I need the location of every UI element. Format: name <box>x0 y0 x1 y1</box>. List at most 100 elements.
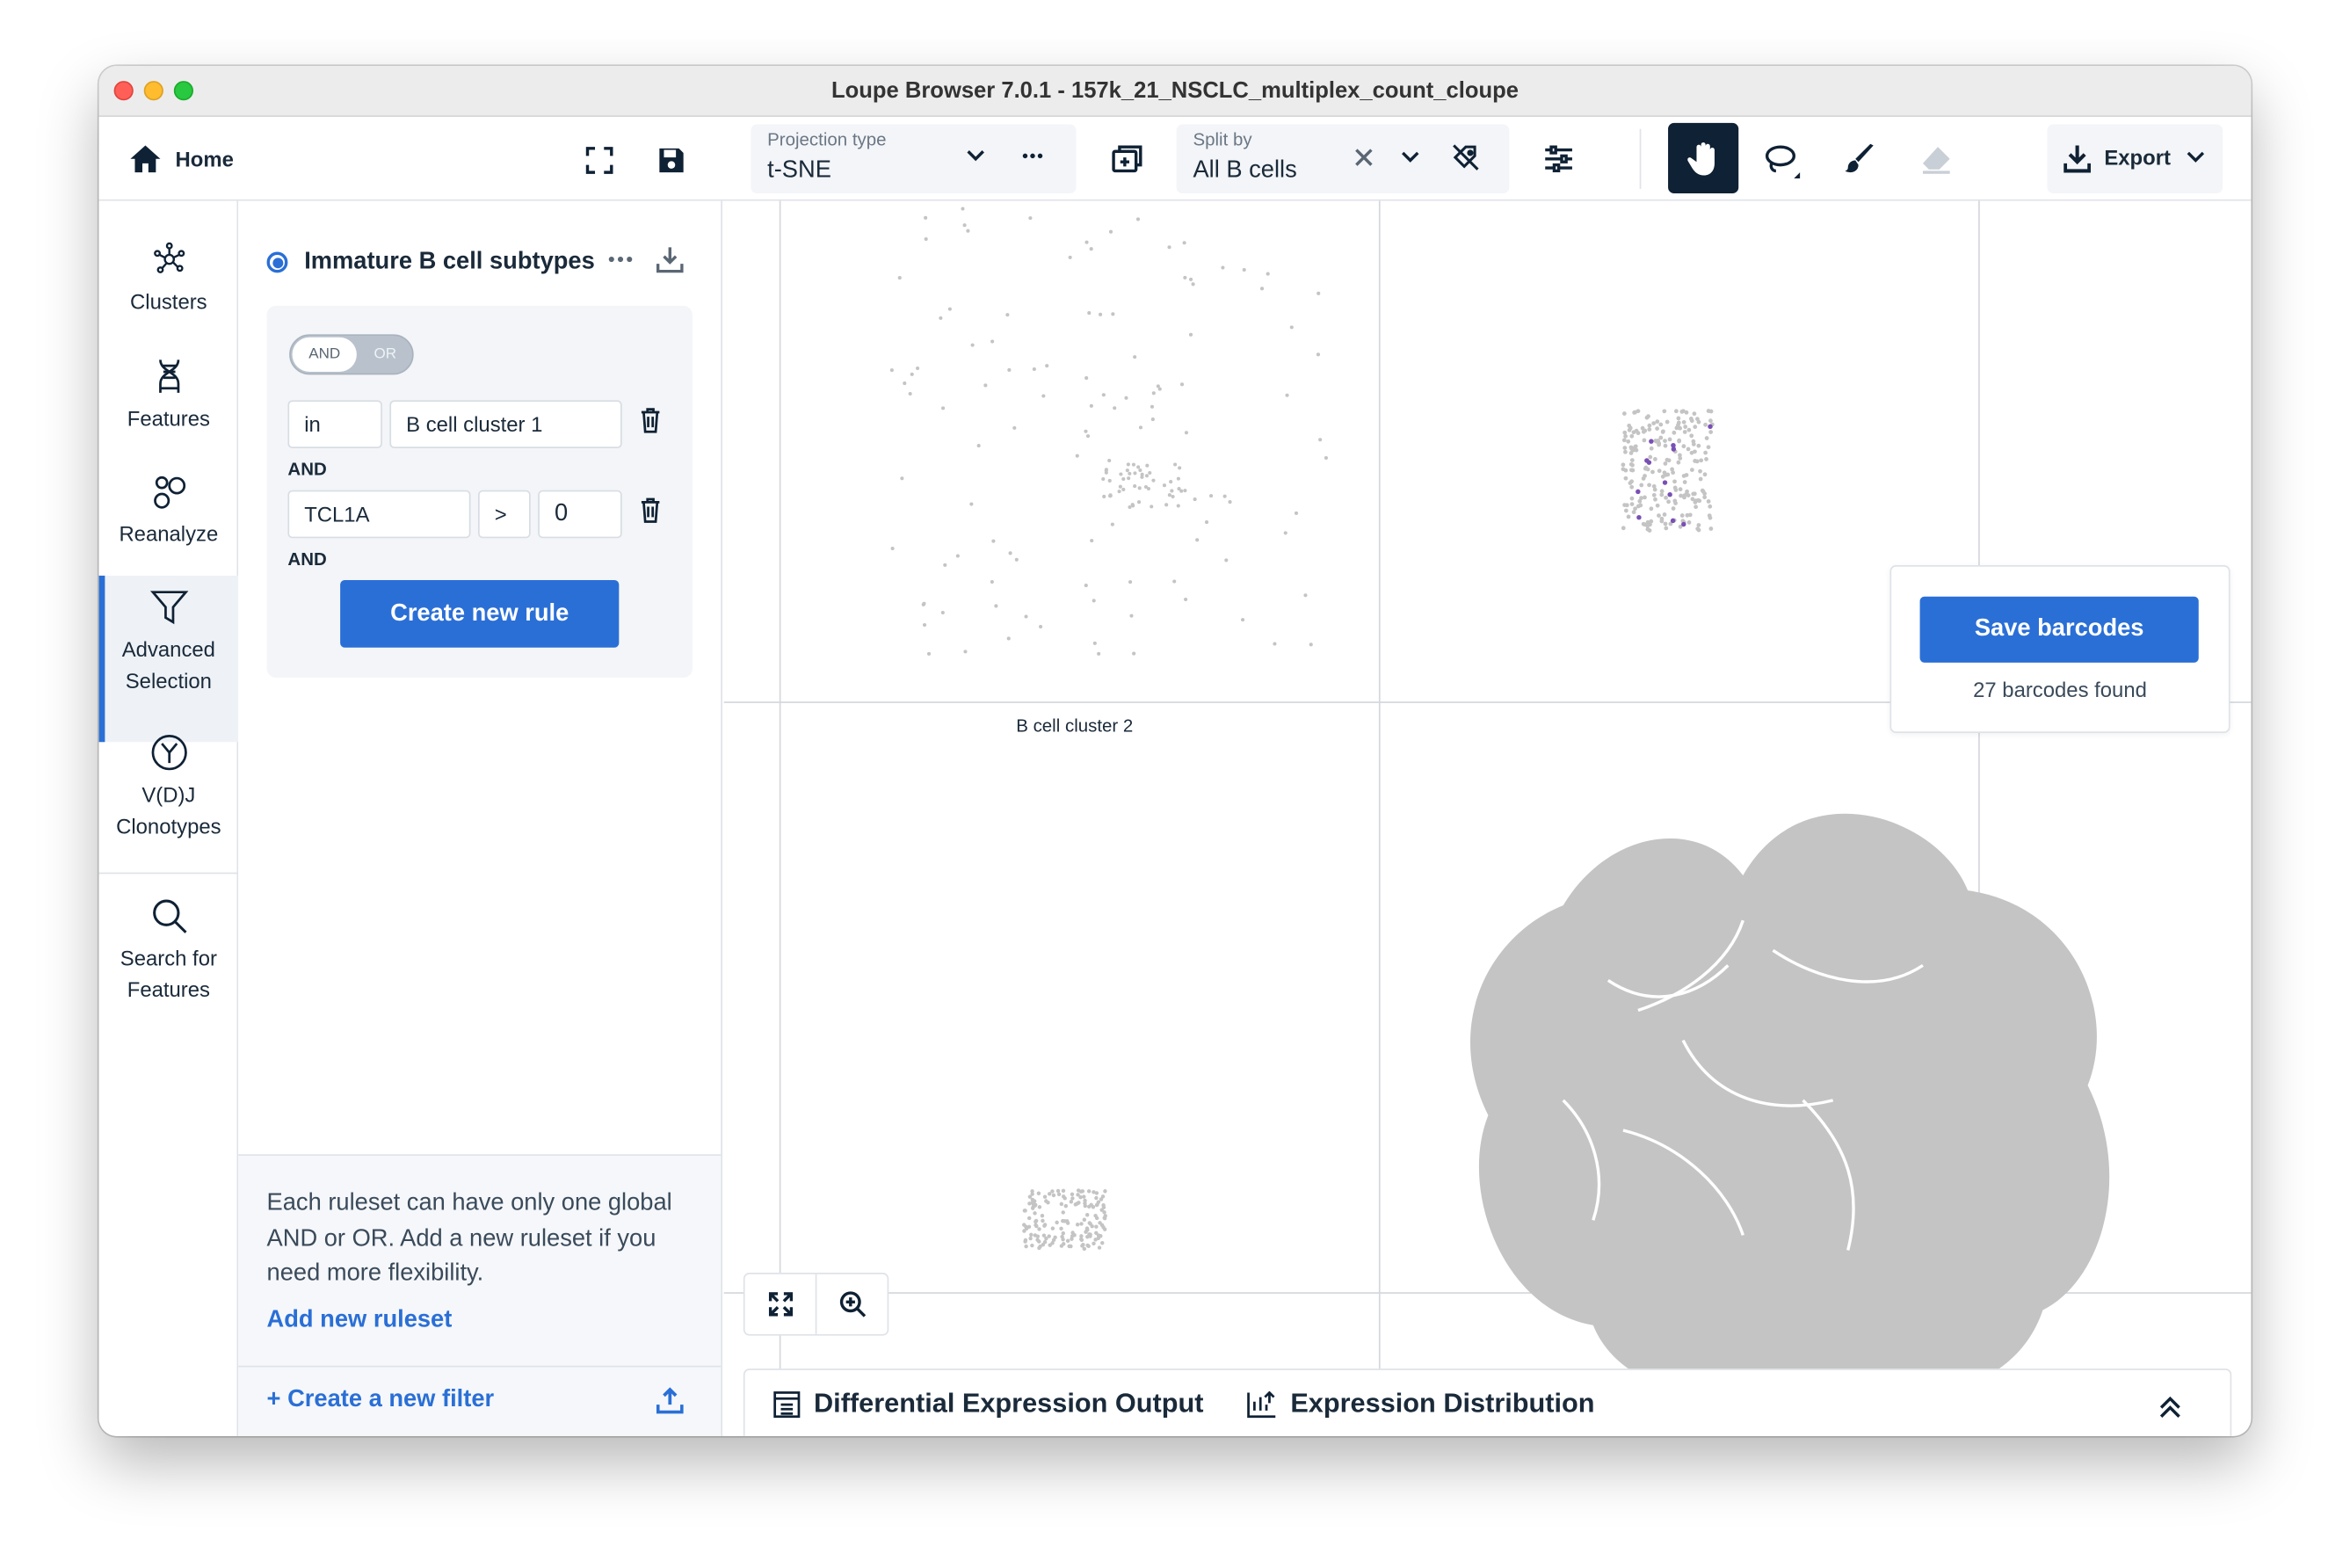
delete-rule-2-button[interactable] <box>640 497 661 523</box>
rule-2-feature[interactable]: TCL1A <box>287 490 471 539</box>
app-window: Loupe Browser 7.0.1 - 157k_21_NSCLC_mult… <box>98 66 2252 1436</box>
expand-panel-button[interactable] <box>2158 1396 2182 1419</box>
active-indicator <box>98 575 105 743</box>
upload-filter-button[interactable] <box>656 1387 684 1414</box>
ruleset-box: AND OR in B cell cluster 1 AND TCL1A > 0… <box>266 305 693 678</box>
fit-icon <box>767 1292 793 1317</box>
fullscreen-button[interactable] <box>583 144 616 178</box>
facet-label: B cell cluster 2 <box>1016 715 1134 737</box>
zoom-controls <box>743 1273 889 1336</box>
projection-type-label: Projection type <box>767 128 887 150</box>
nav-advanced-selection[interactable]: Advanced Selection <box>98 575 239 743</box>
plot-area[interactable]: B cell cluster 2 Save barcodes 27 barcod… <box>723 200 2252 1436</box>
chevron-down-icon <box>965 145 986 166</box>
nav-clusters[interactable]: Clusters <box>99 240 239 318</box>
dna-icon <box>158 359 179 393</box>
ruleset-radio[interactable] <box>266 251 288 273</box>
help-section: Each ruleset can have only one global AN… <box>238 1154 722 1366</box>
pan-tool-button[interactable] <box>1668 122 1739 194</box>
rule-2-comparator[interactable]: > <box>478 490 531 539</box>
home-icon <box>130 145 161 173</box>
expand-icon <box>585 147 613 174</box>
plot-settings-button[interactable] <box>1542 142 1576 176</box>
table-icon <box>773 1390 801 1418</box>
nav-features-label: Features <box>127 406 210 431</box>
lasso-icon <box>1765 145 1801 178</box>
trash-icon <box>641 497 660 523</box>
rule-2-connector: AND <box>287 548 327 570</box>
chevron-down-icon <box>2185 147 2206 168</box>
upload-icon <box>656 1387 684 1414</box>
tab-label: Expression Distribution <box>1290 1388 1595 1419</box>
reanalyze-icon <box>153 475 185 509</box>
clear-split-icon[interactable] <box>1353 147 1374 168</box>
save-barcodes-button[interactable]: Save barcodes <box>1919 596 2199 663</box>
more-options-icon[interactable] <box>1020 145 1044 166</box>
split-by-select[interactable]: Split by All B cells <box>1176 124 1510 194</box>
search-icon <box>152 899 186 933</box>
zoom-in-icon <box>839 1291 867 1318</box>
nav-search-features[interactable]: Search for Features <box>99 897 239 1006</box>
home-button[interactable]: Home <box>129 141 234 177</box>
save-barcodes-card: Save barcodes 27 barcodes found <box>1889 564 2230 734</box>
toolbar-divider <box>1639 128 1642 189</box>
download-ruleset-button[interactable] <box>656 246 684 273</box>
window-title: Loupe Browser 7.0.1 - 157k_21_NSCLC_mult… <box>831 77 1519 104</box>
create-new-filter-link[interactable]: + Create a new filter <box>267 1387 495 1414</box>
download-icon <box>656 247 684 273</box>
rule-1-value[interactable]: B cell cluster 1 <box>389 400 622 448</box>
export-button[interactable]: Export <box>2047 124 2223 194</box>
side-navigation: Clusters Features Reanalyze Advanced Sel… <box>98 200 239 1436</box>
split-by-label: Split by <box>1193 128 1252 150</box>
chevron-down-icon <box>1400 147 1421 168</box>
tag-off-icon[interactable] <box>1451 142 1481 172</box>
tab-expression-distribution[interactable]: Expression Distribution <box>1247 1388 1595 1419</box>
nav-advanced-label-2: Selection <box>125 668 212 693</box>
rule-1-operator[interactable]: in <box>287 400 382 448</box>
nav-divider <box>98 872 239 875</box>
nav-reanalyze[interactable]: Reanalyze <box>99 472 239 550</box>
brush-icon <box>1845 143 1874 173</box>
create-new-rule-button[interactable]: Create new rule <box>340 580 620 648</box>
help-text: Each ruleset can have only one global AN… <box>266 1190 672 1287</box>
export-label: Export <box>2104 145 2171 170</box>
nav-vdj-label-2: Clonotypes <box>116 814 221 838</box>
nav-advanced-label-1: Advanced <box>121 636 215 662</box>
projection-type-select[interactable]: Projection type t-SNE <box>751 124 1077 194</box>
trash-icon <box>641 408 660 433</box>
eraser-tool-button[interactable] <box>1918 141 1955 177</box>
projection-type-value: t-SNE <box>767 157 831 184</box>
zoom-in-button[interactable] <box>816 1274 889 1334</box>
nav-search-label-2: Features <box>127 977 210 1002</box>
nav-vdj-clonotypes[interactable]: V(D)J Clonotypes <box>99 733 239 843</box>
fit-view-button[interactable] <box>745 1274 817 1334</box>
add-new-ruleset-link[interactable]: Add new ruleset <box>267 1307 453 1334</box>
advanced-selection-panel: Immature B cell subtypes AND OR in B cel… <box>238 200 722 1436</box>
nav-search-label-1: Search for <box>120 946 217 970</box>
tab-differential-expression[interactable]: Differential Expression Output <box>773 1388 1204 1419</box>
chart-export-icon <box>1247 1390 1276 1418</box>
brush-tool-button[interactable] <box>1842 141 1878 177</box>
eraser-icon <box>1922 147 1950 174</box>
rule-2-value[interactable]: 0 <box>538 490 622 539</box>
and-or-toggle[interactable]: AND OR <box>289 334 414 375</box>
tab-label: Differential Expression Output <box>814 1388 1204 1419</box>
home-label: Home <box>175 147 234 171</box>
lasso-tool-button[interactable] <box>1759 140 1804 185</box>
filter-footer: + Create a new filter <box>238 1365 722 1436</box>
ruleset-title: Immature B cell subtypes <box>304 249 595 275</box>
sliders-icon <box>1545 145 1572 173</box>
floppy-icon <box>659 148 684 173</box>
save-project-button[interactable] <box>655 144 688 178</box>
download-icon <box>2064 145 2091 173</box>
nav-features[interactable]: Features <box>99 357 239 435</box>
more-options-icon[interactable] <box>607 252 635 267</box>
toggle-and[interactable]: AND <box>292 337 357 372</box>
toggle-or[interactable]: OR <box>359 338 410 372</box>
chevrons-up-icon <box>2159 1396 2180 1418</box>
new-window-button[interactable] <box>1109 141 1145 177</box>
windows-icon <box>1112 145 1142 173</box>
funnel-icon <box>149 591 188 625</box>
tsne-scatter <box>889 207 2110 1370</box>
delete-rule-1-button[interactable] <box>640 408 661 433</box>
